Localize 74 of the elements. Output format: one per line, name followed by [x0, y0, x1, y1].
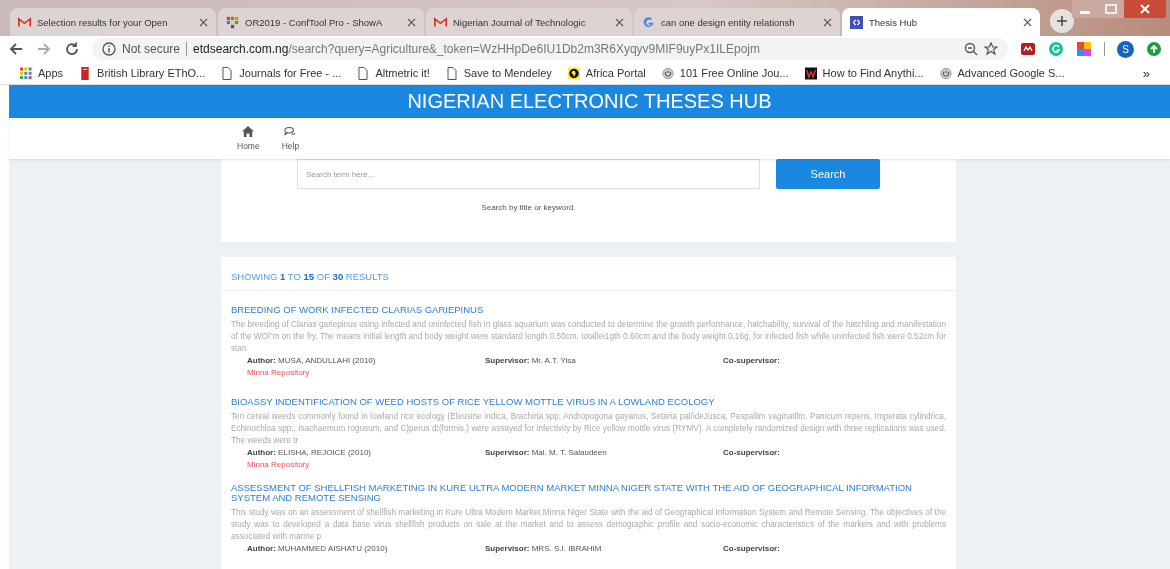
supervisor-text: Supervisor: Mal. M. T. Salaudeen	[485, 448, 608, 457]
info-icon[interactable]	[102, 42, 116, 56]
back-arrow-icon[interactable]	[8, 41, 24, 57]
close-icon[interactable]	[615, 17, 624, 27]
apps-grid-icon	[20, 66, 32, 80]
globe-icon	[567, 66, 580, 80]
page-icon	[357, 66, 370, 80]
home-icon	[242, 126, 255, 137]
result-abstract: Ten cereal weeds commonly found in lowland rice ecology (Eleusine indica, Brachiria spp, Andropogona gayanus, Setaria pal/ideJusca, Paspallim vaginatllm. Panicum repens, Imperata cylindrica, Echinochloa spp., Isachaemum rogusum, and C)perus d!(formis.) were assayed for infectivity by Rice yellow mottle virus (RYMV). A completely randomized design with three replications was used. The weeds were tr	[231, 411, 946, 447]
bookmark[interactable]: Journals for Free - ...	[221, 66, 342, 80]
chat-icon	[284, 126, 297, 137]
diamond-logo-icon	[850, 15, 863, 29]
bookmark[interactable]: Altmetric it!	[357, 66, 430, 80]
g-logo-icon	[642, 15, 655, 29]
bookmark[interactable]: British Library EThO...	[79, 66, 206, 80]
site-header: NIGERIAN ELECTRONIC THESES HUB	[9, 85, 1170, 118]
browser-tab[interactable]: Nigerian Journal of Technologic	[426, 8, 632, 36]
browser-tab[interactable]: can one design entity relationsh	[634, 8, 840, 36]
results-summary: SHOWING 1 TO 15 OF 30 RESULTS	[221, 257, 956, 291]
reload-icon[interactable]	[64, 41, 80, 57]
dots-icon	[226, 15, 239, 29]
browser-tab[interactable]: Thesis Hub	[842, 8, 1040, 36]
result-abstract: This study was on an assessment of shellfish marketing in Kure Ultra Modern Market Minna Niger State with the aid of Geographical Information System and Remote Sensing. The objectives of the study was to developed a data base virus shellfish products on sale at the market and to assess demographic profile and socio-economic characteristics of the markers and with problems associated with marine p	[231, 506, 946, 543]
book-icon	[79, 66, 92, 80]
bookmark[interactable]: Advanced Google S...	[939, 66, 1065, 80]
power-globe-icon	[661, 66, 674, 80]
search-button[interactable]: Search	[776, 159, 880, 189]
security-label: Not secure	[122, 42, 181, 56]
repository-link[interactable]: Minna Repository	[231, 459, 310, 470]
close-icon[interactable]	[823, 17, 832, 27]
page-icon	[221, 66, 234, 80]
mail-icon	[434, 15, 447, 29]
close-icon[interactable]	[1124, 0, 1166, 18]
bookmark[interactable]: 101 Free Online Jou...	[661, 66, 789, 80]
w-logo-icon	[804, 66, 817, 80]
color-grid-icon[interactable]	[1076, 41, 1092, 57]
author-text: Author: ELISHA, REJOICE (2010)	[247, 448, 373, 457]
supervisor-text: Supervisor: Mr. A.T. Yisa	[485, 356, 577, 365]
star-icon[interactable]	[984, 42, 998, 56]
author-text: Author: MUSA, ANDULLAHI (2010)	[247, 356, 377, 365]
mail-icon	[18, 15, 31, 29]
bookmark[interactable]: Save to Mendeley	[445, 66, 552, 80]
zoom-out-icon[interactable]	[964, 42, 978, 56]
nav-link[interactable]: Home	[231, 118, 266, 159]
bookmark[interactable]: Africa Portal	[567, 66, 646, 80]
profile-avatar[interactable]: S	[1117, 40, 1134, 58]
plus-icon[interactable]	[1057, 16, 1067, 26]
browser-tab[interactable]: OR2019 - ConfTool Pro - ShowA	[218, 8, 424, 36]
address-bar[interactable]: Not secure etdsearch.com.ng/search?query=Agriculture&_token=WzHHpDe6IU1Db2m3R6Xyqyv9MIF9uyPx1ILEpojm	[92, 38, 1008, 60]
close-icon[interactable]	[407, 17, 416, 27]
repository-link[interactable]: Minna Repository	[231, 367, 310, 378]
bookmark[interactable]: Apps	[20, 66, 64, 80]
more-bookmarks-button[interactable]: »	[1142, 65, 1150, 81]
search-hint: Search by title or keyword.	[480, 203, 577, 212]
co-supervisor-label: Co-supervisor:	[723, 543, 781, 553]
supervisor-text: Supervisor: MRS. S.I. IBRAHIM	[485, 543, 603, 553]
result-title-link[interactable]: BIOASSY INDENTIFICATION OF WEED HOSTS OF RICE YELLOW MOTTLE VIRUS IN A LOWLAND ECOLOGY	[231, 397, 715, 407]
co-supervisor-label: Co-supervisor:	[723, 448, 781, 457]
browser-tab[interactable]: Selection results for your Open	[10, 8, 216, 36]
extension-icon[interactable]	[1020, 41, 1036, 57]
bookmark[interactable]: How to Find Anythi...	[804, 66, 924, 80]
close-icon[interactable]	[199, 17, 208, 27]
page-icon	[445, 66, 458, 80]
co-supervisor-label: Co-supervisor:	[723, 356, 781, 365]
result-title-link[interactable]: BREEDING OF WORK INFECTED CLARIAS GARIEPINUS	[231, 305, 484, 315]
power-globe-icon	[939, 66, 952, 80]
nav-link[interactable]: Help	[275, 118, 306, 159]
author-text: Author: MUHAMMED AISHATU (2010)	[247, 543, 389, 553]
close-icon[interactable]	[1023, 17, 1032, 27]
search-field[interactable]: Search term here...	[297, 159, 760, 189]
url-text: etdsearch.com.ng/search?query=Agriculture&_token=WzHHpDe6IU1Db2m3R6Xyqyv9MIF9uyPx1ILEpojm	[193, 42, 761, 56]
new-tab-button[interactable]	[1050, 9, 1074, 33]
result-title-link[interactable]: ASSESSMENT OF SHELLFISH MARKETING IN KURE ULTRA MODERN MARKET MINNA NIGER STATE WITH THE AID OF GEOGRAPHICAL INFORMATION SYSTEM AND REMOTE SENSING	[231, 483, 946, 503]
result-abstract: The breeding of Clarias gariepinus using infected and uninfected fish in glass aquarium was conducted to determine the growth performance, hatchability, survival of the hatchling and manifestation of the WOl"m on the fry. The means initial length and body weight were standard length 0.50cm, totallei1gth 0.60cm and the body weight 0.16g, for infected fish while uninfected fish were 0.52cm for stan	[231, 319, 946, 355]
